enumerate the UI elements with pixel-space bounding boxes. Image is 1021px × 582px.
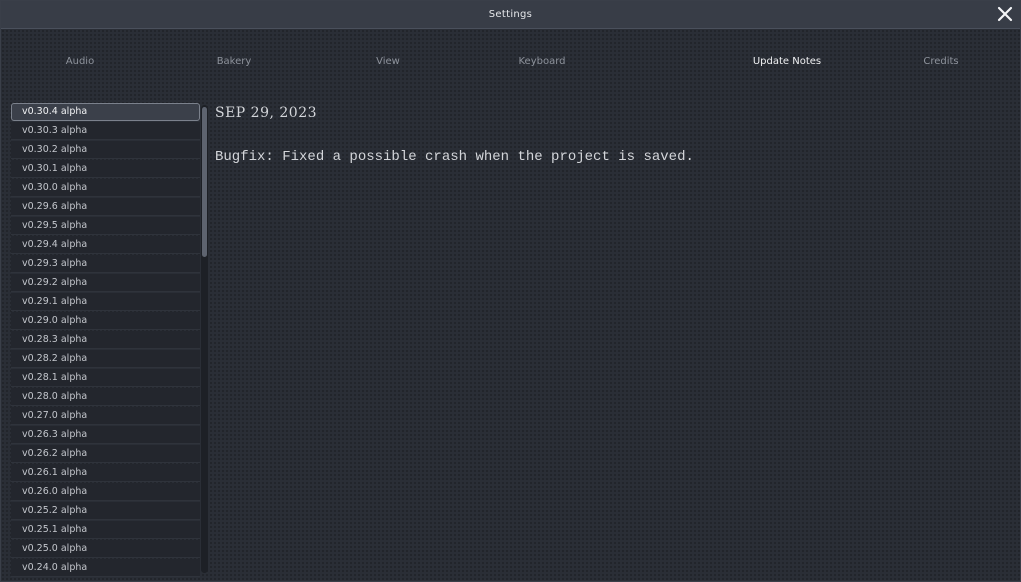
version-list-item[interactable]: v0.30.1 alpha (11, 160, 200, 178)
version-list-item[interactable]: v0.26.1 alpha (11, 464, 200, 482)
tab-keyboard[interactable]: Keyboard (518, 51, 565, 73)
version-list: v0.30.4 alpha v0.30.3 alpha v0.30.2 alpha v… (11, 103, 200, 579)
title-bar: Settings (1, 1, 1020, 29)
tab-view[interactable]: View (376, 51, 400, 73)
version-list-item[interactable]: v0.26.2 alpha (11, 445, 200, 463)
version-list-item[interactable]: v0.29.2 alpha (11, 274, 200, 292)
window-title: Settings (488, 9, 533, 20)
version-list-item[interactable]: v0.28.0 alpha (11, 388, 200, 406)
version-list-item[interactable]: v0.28.1 alpha (11, 369, 200, 387)
version-list-item[interactable]: v0.30.2 alpha (11, 141, 200, 159)
version-list-item[interactable]: v0.28.3 alpha (11, 331, 200, 349)
tab-credits[interactable]: Credits (923, 51, 958, 73)
version-list-item[interactable]: v0.29.6 alpha (11, 198, 200, 216)
version-list-item[interactable]: v0.25.2 alpha (11, 502, 200, 520)
version-list-item[interactable]: v0.30.0 alpha (11, 179, 200, 197)
scrollbar-thumb[interactable] (202, 107, 207, 257)
version-list-item[interactable]: v0.26.3 alpha (11, 426, 200, 444)
version-list-item[interactable]: v0.26.0 alpha (11, 483, 200, 501)
settings-window: Settings Audio Bakery View Keyboard Upda… (0, 0, 1021, 582)
version-list-item[interactable]: v0.29.5 alpha (11, 217, 200, 235)
version-list-item[interactable]: v0.30.4 alpha (11, 103, 200, 121)
release-date: SEP 29, 2023 (215, 105, 318, 121)
version-list-scrollbar[interactable] (201, 105, 208, 573)
update-notes-panel: SEP 29, 2023 Bugfix: Fixed a possible cr… (215, 103, 1010, 167)
version-list-item[interactable]: v0.29.3 alpha (11, 255, 200, 273)
tab-update-notes[interactable]: Update Notes (753, 51, 821, 73)
release-notes-text: Bugfix: Fixed a possible crash when the … (215, 149, 694, 165)
version-list-item[interactable]: v0.28.2 alpha (11, 350, 200, 368)
version-list-item[interactable]: v0.29.0 alpha (11, 312, 200, 330)
tab-audio[interactable]: Audio (66, 51, 94, 73)
version-list-item[interactable]: v0.25.1 alpha (11, 521, 200, 539)
close-icon (997, 6, 1013, 22)
version-list-item[interactable]: v0.29.4 alpha (11, 236, 200, 254)
version-list-item[interactable]: v0.24.0 alpha (11, 559, 200, 577)
tab-bakery[interactable]: Bakery (217, 51, 252, 73)
settings-tabs: Audio Bakery View Keyboard Update Notes … (1, 51, 1020, 73)
version-list-item[interactable]: v0.30.3 alpha (11, 122, 200, 140)
close-button[interactable] (996, 5, 1014, 23)
version-list-item[interactable]: v0.27.0 alpha (11, 407, 200, 425)
version-list-item[interactable]: v0.29.1 alpha (11, 293, 200, 311)
version-list-item[interactable]: v0.25.0 alpha (11, 540, 200, 558)
